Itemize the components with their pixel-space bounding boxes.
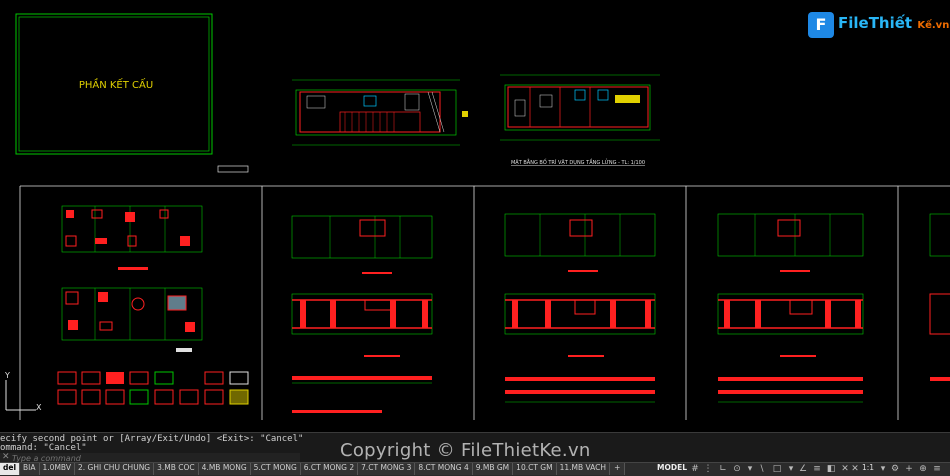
layout-tab[interactable]: 4.MB MONG [198, 463, 251, 475]
workspace-gear-icon[interactable]: ⚙ [890, 464, 900, 474]
layout-tab[interactable]: 10.CT GM [513, 463, 557, 475]
status-bar: del BIA 1.0MBV 2. GHI CHU CHUNG 3.MB COC 4.MB… [0, 462, 950, 476]
logo-name: FileThiết [838, 14, 913, 32]
floor-plan-2: MẶT BẰNG BỐ TRÍ VẬT DỤNG TẦNG LỬNG - TL:… [500, 74, 660, 166]
osnap-icon[interactable]: □ [772, 464, 782, 474]
scale-bar [217, 165, 249, 173]
layout-tab[interactable]: 3.MB COC [154, 463, 199, 475]
sheet-5-detail [929, 213, 950, 381]
layout-tab[interactable]: 11.MB VACH [556, 463, 611, 475]
sheet-2-detail [291, 215, 433, 413]
floor-plan-1 [292, 79, 468, 146]
add-layout-tab[interactable]: + [610, 463, 626, 475]
cad-drawing: PHẦN KẾT CẤU MẶT BẰNG BỐ TRÍ VẬT DỤNG TẦ… [4, 13, 950, 420]
scale-dropdown-icon[interactable]: ▾ [878, 464, 888, 474]
layout-tab[interactable]: 8.CT MONG 4 [415, 463, 473, 475]
add-icon[interactable]: + [904, 464, 914, 474]
close-icon[interactable]: ✕ [2, 452, 10, 462]
isolate-icon[interactable]: ⊕ [918, 464, 928, 474]
logo-suffix: Kế.vn [917, 20, 950, 31]
osnap-dropdown-icon[interactable]: ▾ [786, 464, 796, 474]
layout-tab[interactable]: 1.0MBV [39, 463, 75, 475]
logo-icon: F [808, 12, 834, 38]
grid-icon[interactable]: # [690, 464, 700, 474]
layout-tab[interactable]: 5.CT MONG [250, 463, 301, 475]
menu-icon[interactable]: ≡ [932, 464, 942, 474]
sheet-1-foundation [57, 205, 249, 405]
layout-tab[interactable]: 2. GHI CHU CHUNG [74, 463, 155, 475]
layout-tab[interactable]: 9.MB GM [472, 463, 514, 475]
layout-tab[interactable]: BIA [20, 463, 40, 475]
layout-tab[interactable]: del [0, 463, 21, 475]
sheet-frames [19, 185, 950, 420]
ucs-y-label: Y [4, 371, 10, 380]
polar-dropdown-icon[interactable]: ▾ [745, 464, 755, 474]
otrack-icon[interactable]: ∠ [798, 464, 808, 474]
annotation-icon[interactable]: ✕ [850, 464, 860, 474]
isodraft-icon[interactable]: \ [757, 464, 767, 474]
annotation-scale-icon[interactable]: ✕ [840, 464, 850, 474]
transparency-icon[interactable]: ◧ [826, 464, 836, 474]
drawing-canvas[interactable]: PHẦN KẾT CẤU MẶT BẰNG BỐ TRÍ VẬT DỤNG TẦ… [0, 0, 950, 432]
layout-tabs: del BIA 1.0MBV 2. GHI CHU CHUNG 3.MB COC 4.MB… [0, 463, 626, 476]
sheet-3-detail [504, 213, 656, 403]
model-space-label[interactable]: MODEL [657, 463, 687, 475]
ucs-icon: Y X [4, 371, 42, 412]
scale-value[interactable]: 1:1 [862, 463, 874, 475]
layout-tab[interactable]: 7.CT MONG 3 [358, 463, 416, 475]
copyright-watermark: Copyright © FileThietKe.vn [340, 440, 591, 461]
sheet-4-detail [717, 213, 864, 403]
ucs-x-label: X [36, 403, 42, 412]
cover-title: PHẦN KẾT CẤU [79, 77, 153, 91]
snap-icon[interactable]: ⋮ [703, 464, 713, 474]
plan-caption: MẶT BẰNG BỐ TRÍ VẬT DỤNG TẦNG LỬNG - TL:… [511, 158, 645, 166]
ortho-icon[interactable]: ∟ [718, 464, 728, 474]
command-history-line-2: ommand: "Cancel" [0, 443, 87, 453]
site-logo: F FileThiết Kế.vn [808, 8, 949, 42]
layout-tab[interactable]: 6.CT MONG 2 [300, 463, 359, 475]
lineweight-icon[interactable]: ≡ [812, 464, 822, 474]
polar-icon[interactable]: ⊙ [732, 464, 742, 474]
